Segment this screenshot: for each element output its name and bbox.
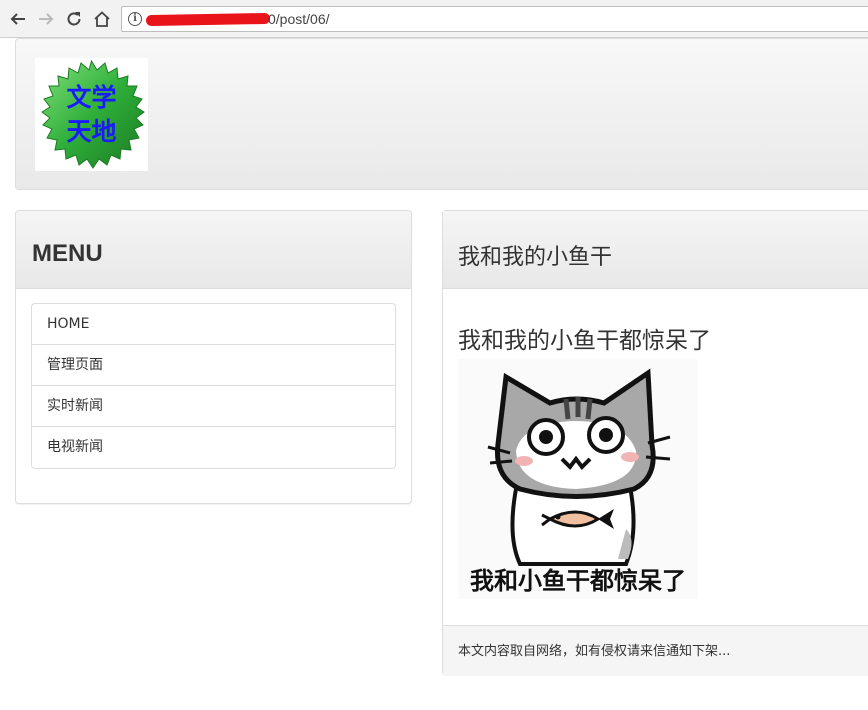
header-panel: 文学 天地	[15, 38, 868, 190]
image-caption: 我和小鱼干都惊呆了	[470, 567, 686, 595]
post-panel: 我和我的小鱼干 我和我的小鱼干都惊呆了 我和小鱼干都惊呆了 本文内容取自网络，如…	[442, 210, 868, 676]
post-image: 我和小鱼干都惊呆了	[458, 359, 698, 599]
info-icon[interactable]: i	[128, 12, 142, 26]
browser-toolbar: i 0/post/06/	[0, 0, 868, 38]
forward-button[interactable]	[35, 8, 57, 30]
post-footer: 本文内容取自网络，如有侵权请来信通知下架...	[443, 625, 868, 676]
menu-panel: MENU HOME 管理页面 实时新闻 电视新闻	[15, 210, 412, 504]
reload-icon	[67, 12, 81, 26]
back-button[interactable]	[7, 8, 29, 30]
address-bar[interactable]: i 0/post/06/	[121, 6, 868, 32]
arrow-right-icon	[39, 13, 54, 25]
logo-line-1: 文学	[66, 83, 116, 112]
footer-note: 本文内容取自网络，如有侵权请来信通知下架...	[458, 644, 731, 659]
menu-item-admin[interactable]: 管理页面	[32, 345, 395, 386]
post-title[interactable]: 我和我的小鱼干	[458, 239, 612, 271]
home-button[interactable]	[91, 8, 113, 30]
url-text: 0/post/06/	[268, 11, 330, 27]
menu-item-realtime-news[interactable]: 实时新闻	[32, 386, 395, 427]
cat-with-fish-icon: 我和小鱼干都惊呆了	[470, 368, 686, 595]
menu-item-tv-news[interactable]: 电视新闻	[32, 427, 395, 468]
home-icon	[94, 11, 110, 27]
site-logo[interactable]: 文学 天地	[35, 58, 148, 171]
logo-badge-icon: 文学 天地	[41, 59, 145, 169]
arrow-left-icon	[10, 13, 25, 25]
post-subtitle: 我和我的小鱼干都惊呆了	[458, 328, 711, 354]
reload-button[interactable]	[63, 8, 85, 30]
redaction-mark	[145, 12, 271, 27]
logo-line-2: 天地	[66, 117, 116, 146]
menu-title: MENU	[32, 240, 103, 267]
menu-list: HOME 管理页面 实时新闻 电视新闻	[31, 303, 396, 469]
menu-item-home[interactable]: HOME	[32, 304, 395, 345]
